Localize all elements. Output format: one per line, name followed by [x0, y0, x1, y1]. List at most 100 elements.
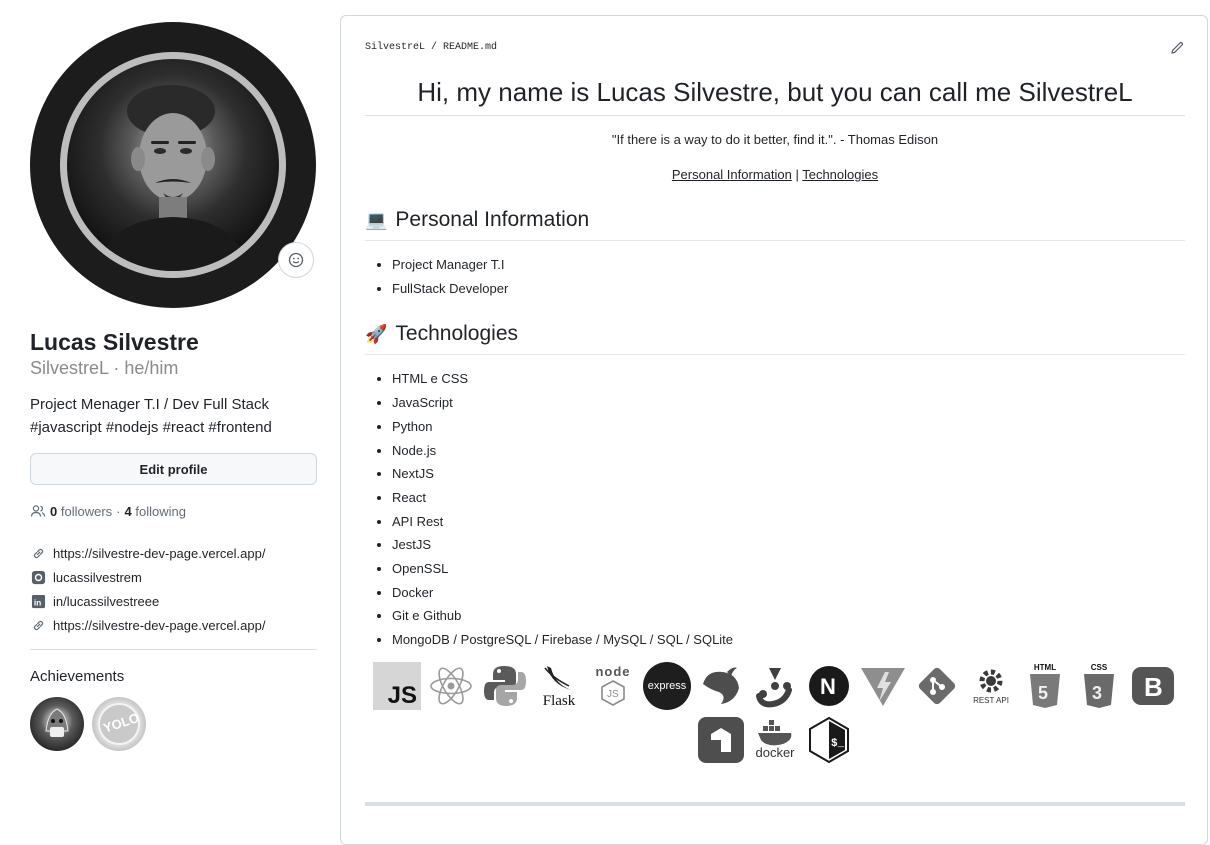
- instagram-icon: [30, 569, 46, 585]
- laptop-icon: 💻: [365, 210, 388, 230]
- python-icon: [481, 662, 529, 710]
- list-item: Node.js: [392, 439, 1185, 463]
- section-title: Technologies: [395, 322, 519, 346]
- rocket-icon: 🚀: [365, 324, 388, 345]
- readme-breadcrumb[interactable]: SilvestreL / README.md: [365, 42, 497, 53]
- section-technologies-heading: 🚀 Technologies: [365, 320, 1185, 356]
- bootstrap-icon: B: [1129, 662, 1177, 710]
- nodejs-icon: node JS: [589, 662, 637, 710]
- link-text: https://silvestre-dev-page.vercel.app/: [53, 545, 266, 561]
- technologies-list: HTML e CSS JavaScript Python Node.js Nex…: [365, 367, 1185, 651]
- link-text: lucassilvestrem: [53, 569, 142, 585]
- profile-links: https://silvestre-dev-page.vercel.app/ l…: [30, 541, 317, 637]
- link-text: https://silvestre-dev-page.vercel.app/: [53, 617, 266, 633]
- list-item: API Rest: [392, 510, 1185, 534]
- readme-title: Hi, my name is Lucas Silvestre, but you …: [365, 71, 1185, 116]
- instagram-link[interactable]: lucassilvestrem: [30, 565, 317, 589]
- yolo-badge[interactable]: YOLO: [92, 697, 146, 751]
- git-icon: [913, 662, 961, 710]
- docker-icon: docker: [751, 716, 799, 764]
- bio-line: Project Menager T.I / Dev Full Stack: [30, 396, 269, 413]
- list-item: FullStack Developer: [392, 277, 1185, 301]
- profile-bio: Project Menager T.I / Dev Full Stack #ja…: [30, 393, 317, 439]
- people-icon: [30, 505, 46, 517]
- js-icon-label: JS: [387, 681, 417, 709]
- list-item: Project Manager T.I: [392, 253, 1185, 277]
- readme-body: Hi, my name is Lucas Silvestre, but you …: [365, 71, 1185, 764]
- follow-stats: 0 followers · 4 following: [30, 503, 317, 519]
- followers-link[interactable]: 0 followers: [50, 504, 112, 519]
- nextjs-label: N: [820, 674, 836, 699]
- svg-text:in: in: [33, 597, 40, 607]
- personal-info-anchor[interactable]: Personal Information: [672, 167, 792, 182]
- set-status-button[interactable]: [278, 242, 314, 278]
- section-personal-info-heading: 💻 Personal Information: [365, 206, 1185, 241]
- list-item: React: [392, 486, 1185, 510]
- avatar-photo: [67, 59, 279, 271]
- list-item: JestJS: [392, 533, 1185, 557]
- profile-name: Lucas Silvestre: [30, 329, 199, 355]
- following-count: 4: [124, 503, 132, 519]
- flask-label: Flask: [542, 692, 576, 709]
- shark-badge[interactable]: [30, 697, 84, 751]
- css-label: CSS: [1090, 662, 1108, 672]
- website-link[interactable]: https://silvestre-dev-page.vercel.app/: [30, 613, 317, 637]
- avatar-container: [30, 20, 317, 308]
- personal-info-list: Project Manager T.I FullStack Developer: [365, 253, 1185, 300]
- firebase-icon: [697, 716, 745, 764]
- docker-label: docker: [755, 744, 795, 760]
- bio-line: #javascript #nodejs #react #frontend: [30, 419, 272, 436]
- bash-icon: $_: [805, 716, 853, 764]
- list-item: HTML e CSS: [392, 367, 1185, 391]
- achievements-title: Achievements: [30, 668, 125, 685]
- readme-quote: "If there is a way to do it better, find…: [611, 132, 939, 147]
- jest-icon: [751, 662, 799, 710]
- profile-login: SilvestreL · he/him: [30, 358, 179, 378]
- linkedin-link[interactable]: in in/lucassilvestreee: [30, 589, 317, 613]
- following-link[interactable]: 4 following: [125, 504, 186, 519]
- nestjs-icon: [697, 662, 745, 710]
- website-link[interactable]: https://silvestre-dev-page.vercel.app/: [30, 541, 317, 565]
- profile-sidebar: Lucas Silvestre SilvestreL · he/him Proj…: [30, 20, 317, 751]
- list-item: Docker: [392, 581, 1185, 605]
- rest-api-label: REST API: [973, 695, 1009, 705]
- link-icon: [30, 545, 46, 561]
- achievements-list: YOLO: [30, 697, 317, 751]
- express-icon: express: [643, 661, 691, 710]
- dot-separator: ·: [116, 503, 121, 519]
- rest-api-icon: REST API: [967, 662, 1015, 710]
- link-icon: [30, 617, 46, 633]
- nav-separator: |: [791, 167, 803, 182]
- vite-icon: [859, 662, 907, 710]
- section-title: Personal Information: [395, 208, 590, 231]
- list-item: Git e Github: [392, 604, 1185, 628]
- express-label: express: [647, 679, 687, 692]
- readme-nav: Personal Information | Technologies: [365, 167, 1185, 182]
- pencil-icon: [1171, 42, 1183, 54]
- technologies-anchor[interactable]: Technologies: [802, 167, 878, 182]
- svg-text:3: 3: [1092, 683, 1102, 703]
- list-item: JavaScript: [392, 391, 1185, 415]
- list-item: Python: [392, 415, 1185, 439]
- edit-readme-button[interactable]: [1169, 40, 1185, 61]
- list-item: NextJS: [392, 462, 1185, 486]
- svg-text:5: 5: [1038, 683, 1048, 703]
- edit-profile-button[interactable]: Edit profile: [30, 453, 317, 485]
- followers-count: 0: [50, 503, 58, 519]
- readme-card: SilvestreL / README.md Hi, my name is Lu…: [340, 15, 1208, 845]
- js-icon: JS: [373, 661, 421, 710]
- nextjs-icon: N: [805, 662, 853, 710]
- readme-bottom-border: [365, 802, 1185, 806]
- css3-icon: CSS 3: [1075, 662, 1123, 710]
- list-item: MongoDB / PostgreSQL / Firebase / MySQL …: [392, 628, 1185, 652]
- react-icon: [427, 662, 475, 710]
- divider: [30, 649, 317, 650]
- tech-icons-row: docker $_: [365, 716, 1185, 764]
- smiley-icon: [288, 252, 304, 268]
- svg-text:JS: JS: [607, 689, 619, 700]
- bootstrap-label: B: [1144, 672, 1163, 702]
- nodejs-label: node: [595, 663, 631, 679]
- following-label: following: [135, 503, 186, 519]
- followers-label: followers: [60, 503, 113, 519]
- tech-icons-row: JS Flask node JS express N REST API HTML…: [365, 661, 1185, 710]
